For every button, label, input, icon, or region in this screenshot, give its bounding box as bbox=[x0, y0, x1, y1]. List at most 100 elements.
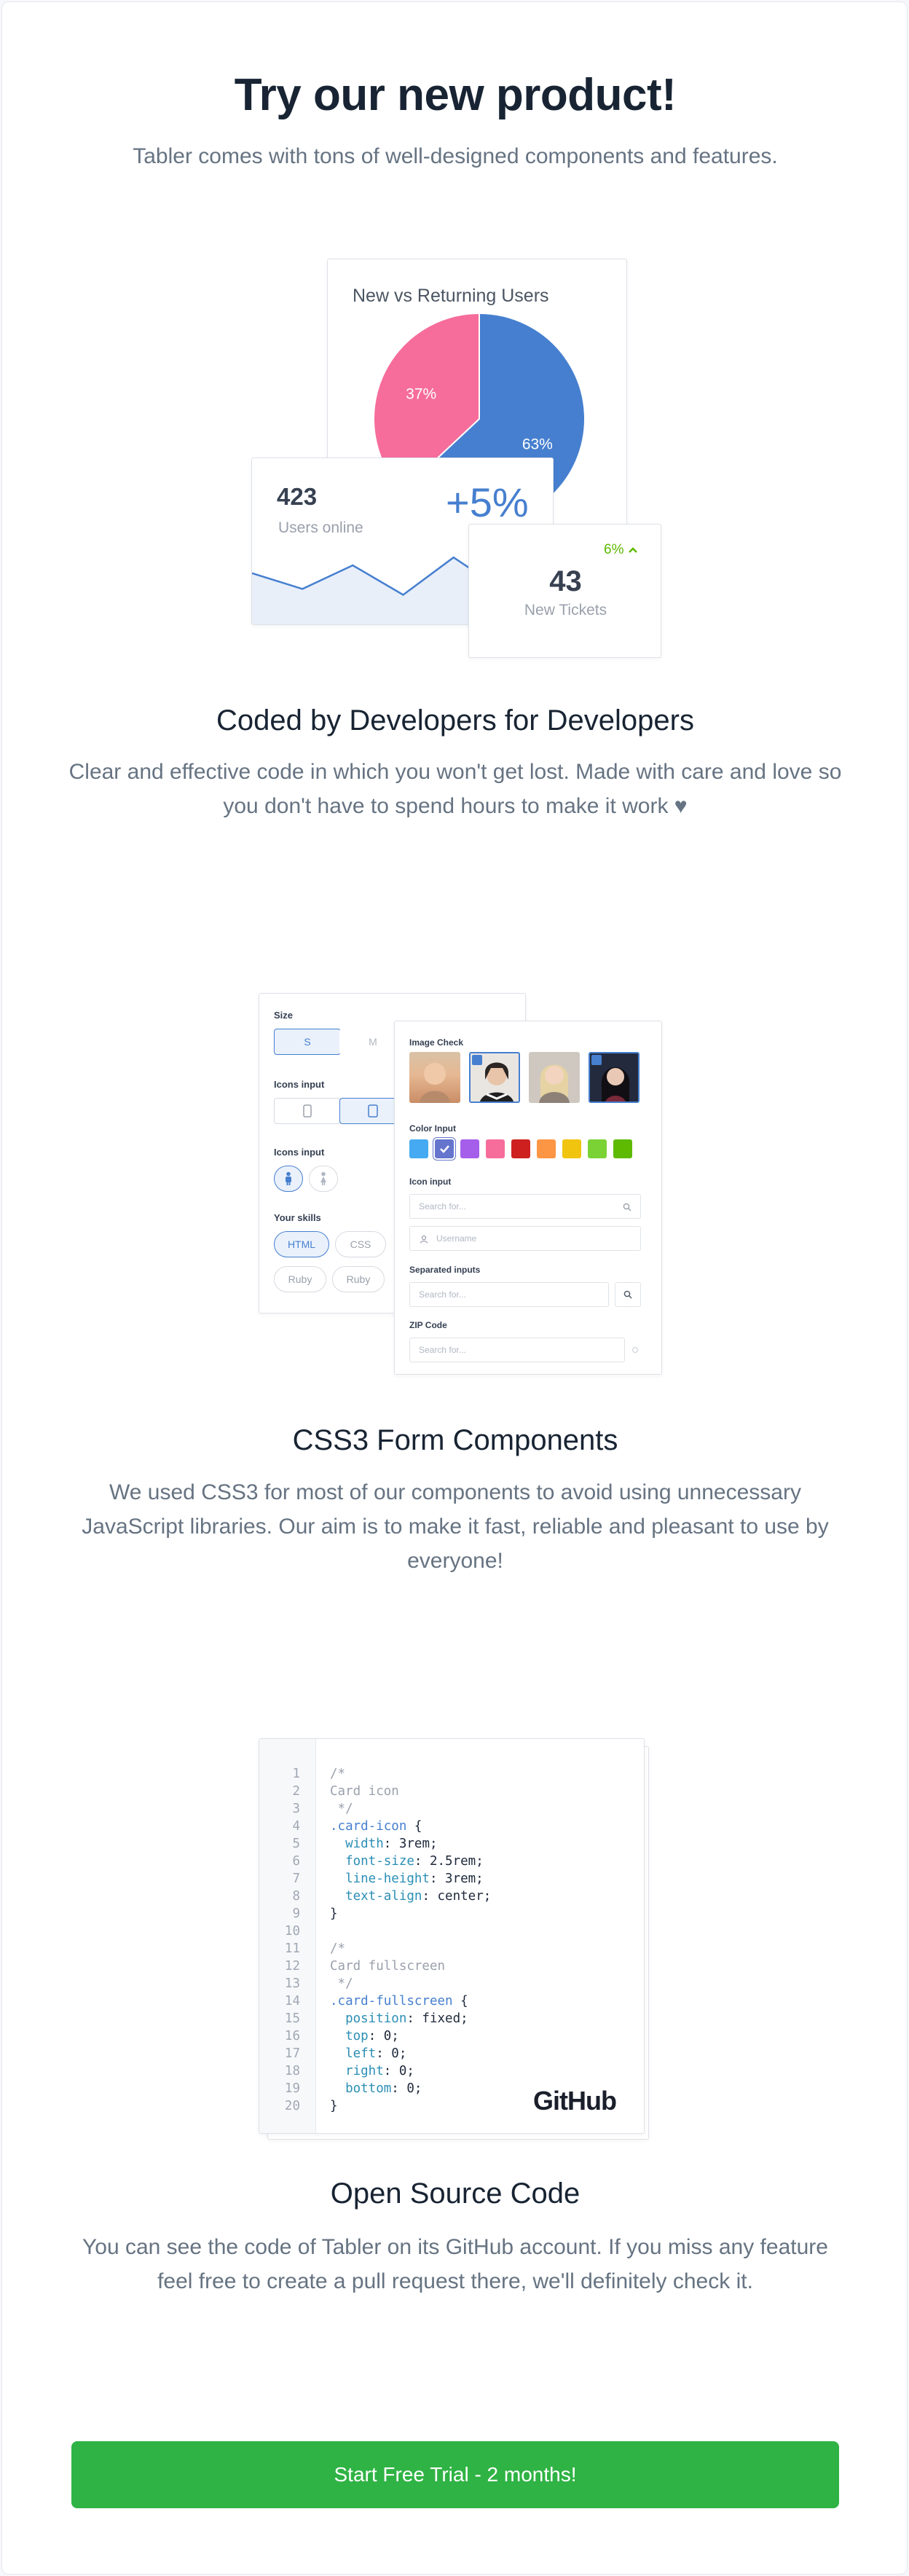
start-trial-button[interactable]: Start Free Trial - 2 months! bbox=[71, 2441, 839, 2508]
icons-input2-label: Icons input bbox=[274, 1147, 325, 1158]
code-token: Card icon bbox=[330, 1784, 399, 1799]
section-title-developers: Coded by Developers for Developers bbox=[216, 704, 694, 737]
code-block: /* Card icon */.card-icon { width: 3rem; … bbox=[330, 1765, 491, 2115]
zip-input[interactable]: Search for... bbox=[409, 1338, 625, 1362]
color-input-label: Color Input bbox=[409, 1123, 456, 1134]
section-title-opensource: Open Source Code bbox=[330, 2178, 581, 2210]
new-tickets-card: 6% 43 New Tickets bbox=[468, 524, 661, 658]
search-placeholder: Search for... bbox=[419, 1201, 466, 1212]
code-line: bottom: 0; bbox=[330, 2080, 491, 2097]
avatar-4[interactable] bbox=[589, 1052, 640, 1103]
username-input[interactable]: Username bbox=[409, 1226, 641, 1251]
male-option[interactable] bbox=[274, 1166, 303, 1192]
separated-search-input[interactable]: Search for... bbox=[409, 1282, 609, 1307]
color-swatch[interactable] bbox=[460, 1139, 479, 1158]
code-line: /* bbox=[330, 1940, 491, 1957]
code-line: left: 0; bbox=[330, 2045, 491, 2062]
check-icon bbox=[472, 1055, 482, 1065]
chevron-up-icon bbox=[629, 547, 638, 553]
zip-icon bbox=[632, 1347, 638, 1353]
tickets-change-value: 6% bbox=[604, 542, 624, 557]
avatar-3[interactable] bbox=[529, 1052, 580, 1103]
phone-icon bbox=[303, 1104, 312, 1118]
search-icon bbox=[623, 1290, 632, 1299]
code-token: right bbox=[330, 2064, 384, 2078]
code-line: width: 3rem; bbox=[330, 1835, 491, 1853]
color-swatch[interactable] bbox=[409, 1139, 428, 1158]
color-swatch[interactable] bbox=[486, 1139, 505, 1158]
separated-search-button[interactable] bbox=[615, 1282, 641, 1307]
color-swatch[interactable] bbox=[562, 1139, 581, 1158]
github-logo: GitHub bbox=[533, 2086, 617, 2116]
code-line: /* bbox=[330, 1765, 491, 1783]
avatar-2[interactable] bbox=[469, 1052, 520, 1103]
check-icon bbox=[591, 1055, 602, 1065]
code-token: { bbox=[452, 1994, 468, 2008]
user-icon bbox=[420, 1235, 428, 1244]
code-line: */ bbox=[330, 1800, 491, 1818]
form-card-front: Image Check Color Input Icon input Searc… bbox=[394, 1021, 662, 1375]
code-token: : 3rem; bbox=[383, 1837, 438, 1851]
code-line: Card icon bbox=[330, 1783, 491, 1800]
icon-input-label: Icon input bbox=[409, 1177, 452, 1187]
icons-input-label: Icons input bbox=[274, 1079, 325, 1090]
product-modal: Try our new product! Tabler comes with t… bbox=[1, 1, 908, 2575]
code-token: { bbox=[406, 1819, 422, 1834]
color-swatch[interactable] bbox=[537, 1139, 556, 1158]
code-line: font-size: 2.5rem; bbox=[330, 1853, 491, 1870]
hero-subtitle: Tabler comes with tons of well-designed … bbox=[133, 144, 778, 168]
skill-html[interactable]: HTML bbox=[274, 1231, 329, 1257]
code-token: /* bbox=[330, 1941, 346, 1956]
code-line: right: 0; bbox=[330, 2062, 491, 2080]
code-token: } bbox=[330, 2099, 338, 2113]
section-text-opensource: You can see the code of Tabler on its Gi… bbox=[82, 2235, 828, 2293]
section-title-css3: CSS3 Form Components bbox=[292, 1424, 618, 1456]
code-token: : center; bbox=[422, 1889, 492, 1904]
code-token: font-size bbox=[330, 1854, 414, 1869]
color-swatch[interactable] bbox=[433, 1138, 455, 1160]
code-token: top bbox=[330, 2029, 369, 2043]
section-text-developers: Clear and effective code in which you wo… bbox=[68, 760, 842, 818]
color-swatches bbox=[409, 1138, 650, 1161]
code-token: : 0; bbox=[376, 2046, 407, 2061]
size-option-s[interactable]: S bbox=[274, 1029, 341, 1055]
code-line: position: fixed; bbox=[330, 2010, 491, 2027]
color-swatch[interactable] bbox=[613, 1139, 632, 1158]
code-token: text-align bbox=[330, 1889, 422, 1904]
code-line: top: 0; bbox=[330, 2027, 491, 2045]
code-token: : 2.5rem; bbox=[414, 1854, 484, 1869]
phone-option[interactable] bbox=[274, 1098, 341, 1124]
color-swatch[interactable] bbox=[588, 1139, 607, 1158]
color-swatch[interactable] bbox=[511, 1139, 530, 1158]
username-placeholder: Username bbox=[436, 1233, 477, 1244]
code-token: : fixed; bbox=[406, 2011, 468, 2026]
code-token: /* bbox=[330, 1767, 346, 1781]
search-icon bbox=[623, 1203, 631, 1212]
search-input[interactable]: Search for... bbox=[409, 1194, 641, 1219]
code-line: line-height: 3rem; bbox=[330, 1870, 491, 1888]
code-token: .card-icon bbox=[330, 1819, 407, 1834]
skill-ruby[interactable]: Ruby bbox=[274, 1266, 326, 1292]
skill-css[interactable]: CSS bbox=[335, 1231, 386, 1257]
tickets-value: 43 bbox=[549, 565, 582, 597]
code-line: .card-icon { bbox=[330, 1818, 491, 1835]
female-option[interactable] bbox=[309, 1166, 338, 1192]
pie-slice-label: 37% bbox=[406, 385, 436, 402]
zip-label: ZIP Code bbox=[409, 1320, 447, 1330]
code-token: .card-fullscreen bbox=[330, 1994, 453, 2008]
skill-ruby-2[interactable]: Ruby bbox=[332, 1266, 385, 1292]
line-numbers: 1 2 3 4 5 6 7 8 9 10 11 12 13 14 15 16 1… bbox=[284, 1767, 300, 2113]
female-icon bbox=[320, 1171, 326, 1185]
code-token: : 0; bbox=[383, 2064, 414, 2078]
code-token: } bbox=[330, 1907, 338, 1921]
code-line: */ bbox=[330, 1975, 491, 1992]
code-token: line-height bbox=[330, 1872, 430, 1886]
avatar-1[interactable] bbox=[409, 1052, 460, 1103]
code-token: left bbox=[330, 2046, 377, 2061]
tickets-change: 6% bbox=[604, 542, 638, 558]
code-token: position bbox=[330, 2011, 407, 2026]
code-token: : 0; bbox=[391, 2081, 422, 2096]
code-token: : 0; bbox=[368, 2029, 399, 2043]
code-token: */ bbox=[330, 1802, 353, 1816]
code-line: } bbox=[330, 2097, 491, 2115]
